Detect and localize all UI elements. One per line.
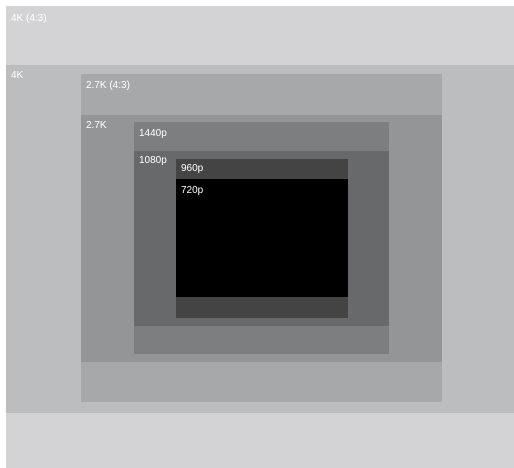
label-4k-4x3: 4K (4:3) (11, 13, 47, 24)
frame-720p: 720p (176, 179, 348, 297)
label-960p: 960p (181, 163, 204, 174)
label-1080p: 1080p (139, 155, 167, 166)
label-2-7k-4x3: 2.7K (4:3) (86, 80, 130, 91)
label-720p: 720p (181, 185, 204, 196)
label-1440p: 1440p (139, 128, 167, 139)
label-2-7k: 2.7K (86, 120, 107, 131)
label-4k: 4K (11, 70, 24, 81)
